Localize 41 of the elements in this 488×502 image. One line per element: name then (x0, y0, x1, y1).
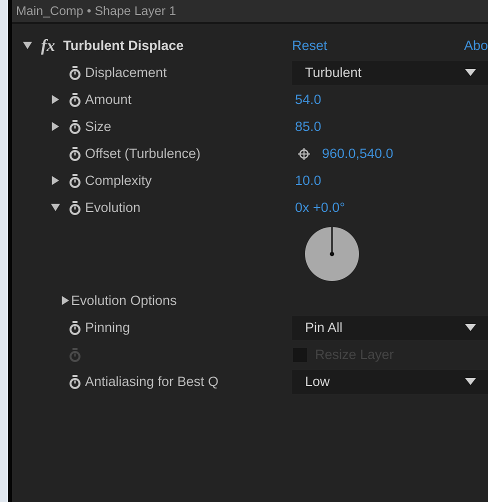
property-label: Pinning (85, 320, 130, 335)
expanded-triangle-icon[interactable] (50, 203, 60, 212)
stopwatch-icon[interactable] (69, 146, 81, 160)
stopwatch-icon[interactable] (69, 320, 81, 334)
value-link[interactable]: 960.0,540.0 (322, 146, 394, 161)
stopwatch-icon[interactable] (69, 120, 81, 134)
reset-link[interactable]: Reset (292, 38, 328, 53)
caret-icon (465, 324, 476, 331)
panel-title: Main_Comp • Shape Layer 1 (16, 4, 176, 18)
stopwatch-icon[interactable] (69, 200, 81, 214)
value-link[interactable]: 0x +0.0° (295, 200, 346, 215)
stopwatch-icon[interactable] (69, 174, 81, 188)
property-label: Size (85, 119, 112, 134)
caret-icon (465, 69, 476, 76)
collapsed-triangle-icon[interactable] (50, 176, 60, 185)
value-link[interactable]: 54.0 (295, 92, 322, 107)
fx-icon[interactable]: fx (41, 36, 56, 56)
caret-icon (465, 378, 476, 385)
stopwatch-icon[interactable] (69, 66, 81, 80)
property-label: Complexity (85, 173, 152, 188)
property-label: Amount (85, 92, 132, 107)
stopwatch-icon[interactable] (69, 374, 81, 388)
angle-dial-icon[interactable] (304, 226, 360, 282)
collapsed-triangle-icon[interactable] (50, 122, 60, 131)
property-label: Evolution (85, 200, 141, 215)
dropdown[interactable]: Turbulent (292, 60, 488, 84)
collapsed-triangle-icon[interactable] (50, 95, 60, 104)
dropdown[interactable]: Low (292, 370, 488, 394)
collapsed-triangle-icon[interactable] (60, 296, 70, 305)
property-label: Displacement (85, 65, 167, 80)
property-label: Evolution Options (71, 293, 177, 308)
about-link[interactable]: Abo (464, 38, 488, 53)
property-label: Antialiasing for Best Q (85, 374, 219, 389)
value-link[interactable]: 85.0 (295, 119, 322, 134)
stopwatch-icon[interactable] (69, 92, 81, 106)
dropdown[interactable]: Pin All (292, 316, 488, 340)
expanded-triangle-icon[interactable] (22, 41, 32, 50)
value-link[interactable]: 10.0 (295, 173, 322, 188)
crosshair-icon[interactable] (298, 148, 310, 160)
property-label: Offset (Turbulence) (85, 146, 201, 161)
effect-name: Turbulent Displace (63, 38, 184, 53)
